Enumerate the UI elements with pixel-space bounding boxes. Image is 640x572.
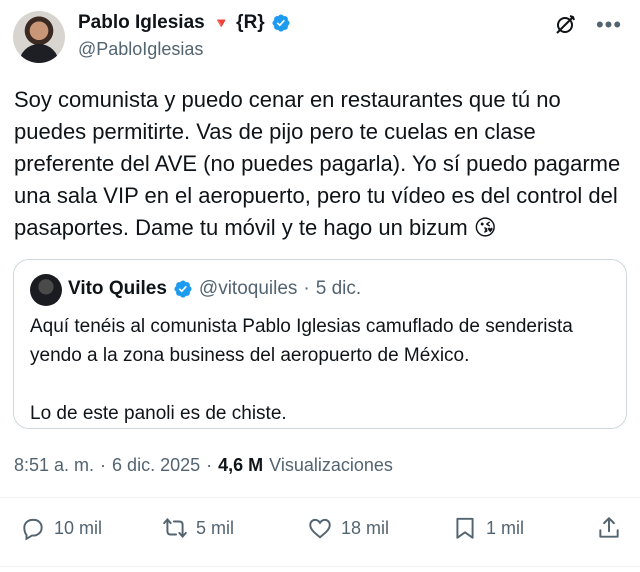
quote-text: Aquí tenéis al comunista Pablo Iglesias … bbox=[30, 312, 614, 428]
views-label[interactable]: Visualizaciones bbox=[269, 455, 393, 476]
meta-separator: · bbox=[100, 455, 107, 475]
action-bar: 10 mil 5 mil 18 mil 1 mil bbox=[0, 515, 640, 549]
repost-icon bbox=[163, 518, 187, 538]
author-name-row: Pablo Iglesias 🔻 {R} bbox=[78, 12, 291, 34]
views-count[interactable]: 4,6 M bbox=[218, 455, 263, 476]
quote-avatar bbox=[30, 274, 62, 306]
verified-badge-icon bbox=[174, 280, 192, 298]
author-handle[interactable]: @PabloIglesias bbox=[78, 39, 203, 60]
bottom-divider bbox=[0, 566, 640, 567]
like-button[interactable]: 18 mil bbox=[307, 515, 389, 541]
quote-author-name: Vito Quiles bbox=[68, 278, 167, 299]
tweet-text: Soy comunista y puedo cenar en restauran… bbox=[14, 84, 630, 244]
kiss-emoji: 😘 bbox=[473, 215, 497, 240]
reply-button[interactable]: 10 mil bbox=[20, 515, 102, 541]
bookmark-button[interactable]: 1 mil bbox=[452, 515, 524, 541]
repost-count: 5 mil bbox=[196, 517, 235, 538]
quote-header: Vito Quiles @vitoquiles · 5 dic. bbox=[68, 278, 361, 300]
meta-separator: · bbox=[206, 455, 213, 475]
bookmark-count: 1 mil bbox=[486, 517, 525, 538]
repost-button[interactable]: 5 mil bbox=[162, 515, 234, 541]
grok-icon[interactable] bbox=[552, 12, 578, 38]
author-tag: {R} bbox=[236, 12, 265, 33]
tweet-time[interactable]: 8:51 a. m. bbox=[14, 455, 94, 476]
tweet-date[interactable]: 6 dic. 2025 bbox=[112, 455, 200, 476]
more-icon[interactable]: ••• bbox=[596, 12, 622, 38]
tweet-body: Soy comunista y puedo cenar en restauran… bbox=[14, 87, 621, 240]
author-avatar[interactable] bbox=[13, 11, 65, 63]
quote-paragraph: Aquí tenéis al comunista Pablo Iglesias … bbox=[30, 316, 573, 366]
reply-count: 10 mil bbox=[54, 517, 103, 538]
like-icon bbox=[309, 518, 331, 539]
quote-paragraph: Lo de este panoli es de chiste. bbox=[30, 403, 287, 424]
share-button[interactable] bbox=[596, 515, 622, 541]
tweet-meta: 8:51 a. m. · 6 dic. 2025 · 4,6 M Visuali… bbox=[14, 455, 393, 476]
quoted-tweet[interactable]: Vito Quiles @vitoquiles · 5 dic. Aquí te… bbox=[13, 259, 627, 429]
quote-author-handle: @vitoquiles bbox=[198, 278, 298, 299]
divider bbox=[0, 497, 640, 498]
author-name[interactable]: Pablo Iglesias bbox=[78, 12, 205, 34]
like-count: 18 mil bbox=[341, 517, 390, 538]
author-emoji: 🔻 bbox=[212, 14, 231, 31]
quote-separator: · bbox=[303, 278, 310, 299]
reply-icon bbox=[23, 518, 43, 541]
bookmark-icon bbox=[456, 517, 474, 539]
quote-date: 5 dic. bbox=[315, 278, 362, 299]
share-icon bbox=[599, 517, 619, 538]
verified-badge-icon bbox=[272, 14, 290, 32]
